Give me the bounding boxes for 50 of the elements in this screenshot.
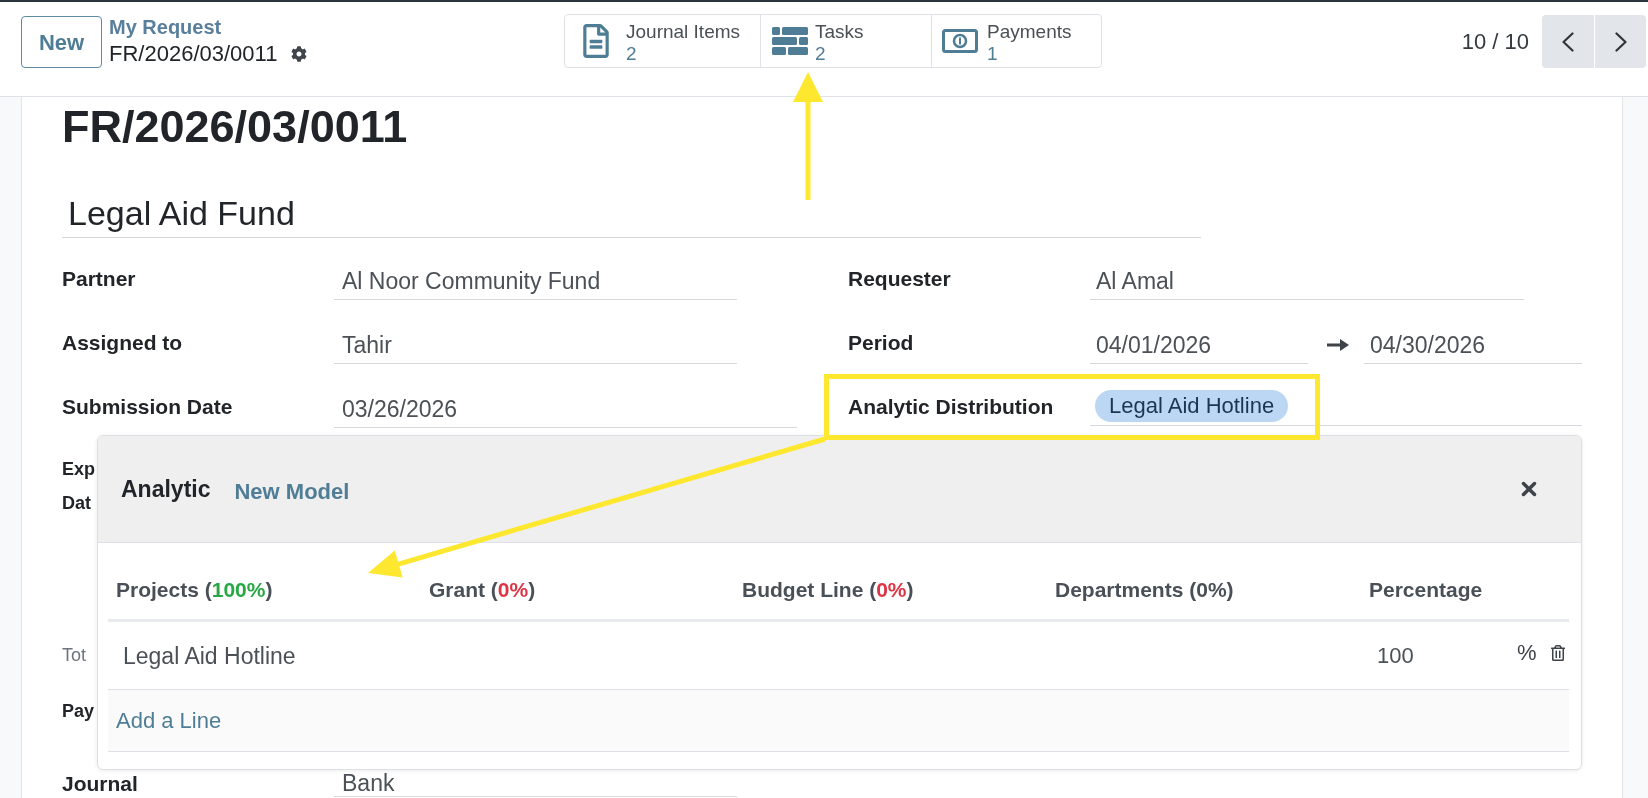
tags-field[interactable]: Legal Aid Hotline: [1090, 390, 1582, 426]
name-field[interactable]: Legal Aid Fund: [62, 193, 1201, 238]
percentage-cell: 100: [1377, 642, 1414, 668]
breadcrumb-link[interactable]: My Request: [109, 14, 222, 40]
smart-button[interactable]: Journal Items 2: [565, 15, 760, 67]
field-label: Assigned to: [62, 330, 183, 356]
add-line-link[interactable]: Add a Line: [116, 705, 222, 736]
input-field[interactable]: Al Noor Community Fund: [334, 266, 737, 300]
unit-label: %: [1517, 638, 1537, 667]
section-label: Tot: [62, 644, 86, 667]
previous-button[interactable]: [1542, 15, 1594, 68]
field-label: Requester: [848, 266, 951, 292]
chevron-left-icon: [1562, 31, 1574, 52]
close-icon[interactable]: [1521, 481, 1537, 497]
record-title: FR/2026/03/0011: [62, 101, 408, 153]
arrow-right-icon: [1327, 339, 1349, 351]
smart-button[interactable]: Tasks 2: [760, 15, 931, 67]
column-header: Percentage: [1369, 578, 1483, 601]
new-button[interactable]: New: [21, 16, 102, 68]
chevron-right-icon: [1614, 31, 1627, 52]
column-header: Departments (0%): [1055, 578, 1234, 601]
field-label: Partner: [62, 266, 136, 292]
input-field[interactable]: Tahir: [334, 330, 737, 364]
input-field[interactable]: Bank: [334, 772, 737, 797]
field-label: Submission Date: [62, 394, 233, 420]
column-header: Projects (100%): [116, 578, 273, 601]
column-header: Grant (0%): [429, 578, 536, 601]
field-label: Journal: [62, 772, 138, 796]
field-label: Exp Dat: [62, 458, 95, 515]
date-field[interactable]: 04/01/2026: [1090, 330, 1308, 364]
input-field[interactable]: Al Amal: [1090, 266, 1524, 300]
column-header: Budget Line (0%): [742, 578, 914, 601]
trash-icon[interactable]: [1550, 644, 1565, 661]
document-icon: [583, 24, 609, 58]
pager-value: 10 / 10: [1461, 27, 1529, 56]
smart-button[interactable]: Payments 1: [931, 15, 1101, 67]
next-button[interactable]: [1594, 15, 1646, 68]
field-label: Pay: [62, 700, 95, 723]
input-field[interactable]: 03/26/2026: [334, 394, 797, 428]
analytic-tag[interactable]: Legal Aid Hotline: [1095, 390, 1289, 422]
field-label: Period: [848, 330, 914, 356]
popup-title: Analytic: [121, 475, 211, 504]
stacked-bars-icon: [772, 27, 808, 55]
breadcrumb-current: FR/2026/03/0011: [109, 40, 278, 68]
new-model-link[interactable]: New Model: [234, 477, 350, 506]
field-label: Analytic Distribution: [848, 394, 1054, 420]
banknote-icon: [942, 29, 978, 53]
table-cell: Legal Aid Hotline: [123, 642, 296, 669]
date-field[interactable]: 04/30/2026: [1364, 330, 1582, 364]
settings-icon[interactable]: [291, 46, 308, 62]
